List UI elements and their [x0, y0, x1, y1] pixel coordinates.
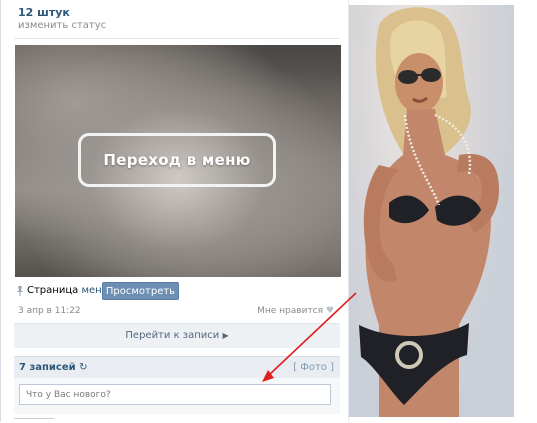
wiki-page-label[interactable]: Страница меню	[27, 285, 110, 296]
photo-link[interactable]: [ Фото ]	[293, 362, 334, 373]
page-border	[0, 0, 1, 422]
model-figure	[359, 7, 499, 417]
chevron-right-icon: ▶	[222, 331, 229, 340]
pin-icon	[17, 286, 23, 296]
refresh-icon[interactable]: ↻	[79, 362, 87, 373]
wall-count-label: 7 записей	[19, 362, 76, 373]
post-image[interactable]: Переход в меню	[15, 45, 341, 277]
divider	[14, 418, 54, 423]
model-photo	[349, 5, 514, 417]
like-label: Мне нравится	[257, 306, 324, 316]
goto-record-button[interactable]: Перейти к записи ▶	[14, 323, 340, 348]
view-button[interactable]: Просмотреть	[102, 282, 179, 300]
divider	[14, 38, 340, 39]
status-title[interactable]: 12 штук	[18, 6, 70, 19]
like-button[interactable]: Мне нравится ♥	[257, 306, 334, 316]
post-date[interactable]: 3 апр в 11:22	[18, 306, 81, 316]
goto-record-label: Перейти к записи	[125, 330, 220, 341]
wall-header: 7 записей ↻ [ Фото ]	[14, 356, 340, 379]
menu-button-label: Переход в меню	[103, 151, 251, 169]
heart-icon: ♥	[325, 306, 334, 316]
change-status-link[interactable]: изменить статус	[18, 20, 106, 31]
wiki-page-prefix: Страница	[27, 285, 79, 296]
wall-count[interactable]: 7 записей ↻	[19, 362, 88, 373]
menu-button-image[interactable]: Переход в меню	[78, 133, 276, 187]
new-post-input[interactable]	[19, 384, 331, 405]
